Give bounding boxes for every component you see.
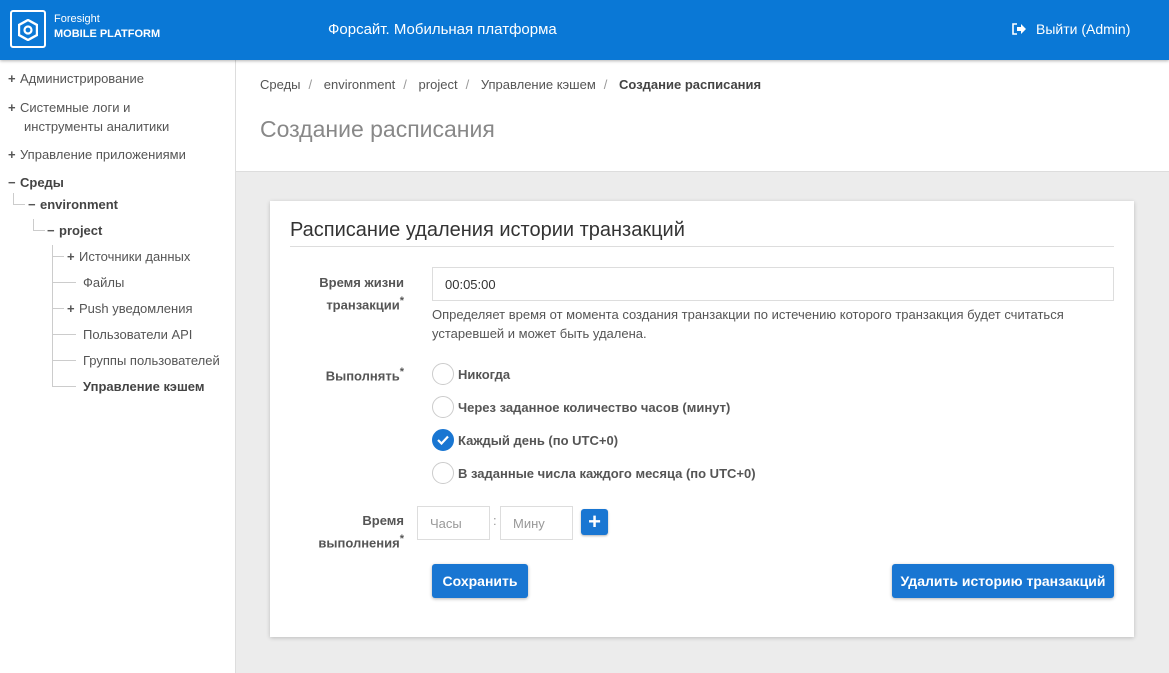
- sidebar-item-admin[interactable]: + Администрирование: [8, 69, 144, 88]
- breadcrumb: Среды / environment / project / Управление …: [260, 77, 762, 92]
- radio-never[interactable]: Никогда: [432, 363, 510, 385]
- logout-icon: [1012, 23, 1026, 35]
- minus-icon: −: [8, 175, 16, 190]
- page-title: Создание расписания: [260, 116, 495, 142]
- sidebar-item-user-groups[interactable]: Группы пользователей: [83, 351, 220, 370]
- top-header: Foresight MOBILE PLATFORM Форсайт. Мобил…: [0, 0, 1169, 60]
- sidebar-item-apps[interactable]: + Управление приложениями: [8, 145, 186, 164]
- breadcrumb-item[interactable]: environment: [324, 77, 396, 92]
- time-label: Время выполнения*: [318, 513, 404, 551]
- sidebar-item-cache[interactable]: Управление кэшем: [83, 377, 204, 396]
- page-header: Среды / environment / project / Управление …: [236, 60, 1169, 172]
- radio-circle[interactable]: [432, 363, 454, 385]
- minutes-input[interactable]: Мину: [500, 506, 573, 540]
- sidebar-item-envs[interactable]: − Среды: [8, 173, 64, 192]
- lifetime-label: Время жизни транзакции*: [319, 275, 404, 313]
- check-icon[interactable]: [432, 429, 454, 451]
- sidebar-item-environment[interactable]: − environment: [28, 195, 118, 214]
- brand-name: Foresight: [54, 13, 100, 25]
- breadcrumb-item[interactable]: project: [419, 77, 458, 92]
- plus-icon: +: [8, 147, 16, 162]
- breadcrumb-item[interactable]: Управление кэшем: [481, 77, 596, 92]
- plus-icon: +: [8, 71, 16, 86]
- form-title: Расписание удаления истории транзакций: [290, 219, 685, 241]
- breadcrumb-current: Создание расписания: [619, 77, 762, 92]
- hours-input[interactable]: Часы: [417, 506, 490, 540]
- run-label: Выполнять*: [325, 366, 404, 384]
- sidebar-item-push[interactable]: + Push уведомления: [67, 299, 193, 318]
- schedule-form: Расписание удаления истории транзакций В…: [270, 201, 1134, 637]
- minus-icon: −: [28, 197, 36, 212]
- logout-button[interactable]: Выйти (Admin): [1012, 21, 1130, 37]
- radio-daily[interactable]: Каждый день (по UTC+0): [432, 429, 618, 451]
- sidebar-item-logs[interactable]: + Системные логи и инструменты аналитики: [8, 98, 169, 136]
- lifetime-hint: Определяет время от момента создания тра…: [432, 307, 1064, 341]
- plus-icon: +: [8, 100, 16, 115]
- delete-history-button[interactable]: Удалить историю транзакций: [892, 564, 1114, 598]
- plus-icon: +: [67, 249, 75, 264]
- radio-circle[interactable]: [432, 396, 454, 418]
- add-time-button[interactable]: +: [581, 509, 608, 535]
- plus-icon: +: [67, 301, 75, 316]
- sidebar-item-api-users[interactable]: Пользователи API: [83, 325, 192, 344]
- save-button[interactable]: Сохранить: [432, 564, 528, 598]
- minus-icon: −: [47, 223, 55, 238]
- brand-product: MOBILE PLATFORM: [54, 28, 161, 40]
- radio-interval[interactable]: Через заданное количество часов (минут): [432, 396, 730, 418]
- lifetime-input[interactable]: 00:05:00: [432, 267, 1114, 301]
- sidebar-item-datasources[interactable]: + Источники данных: [67, 247, 190, 266]
- app-title: Форсайт. Мобильная платформа: [328, 21, 557, 38]
- logout-label: Выйти (Admin): [1036, 21, 1131, 37]
- sidebar-item-files[interactable]: Файлы: [83, 273, 124, 292]
- sidebar-item-project[interactable]: − project: [47, 221, 102, 240]
- logo-icon: [10, 10, 46, 48]
- radio-monthly[interactable]: В заданные числа каждого месяца (по UTC+…: [432, 462, 756, 484]
- radio-circle[interactable]: [432, 462, 454, 484]
- sidebar: + Администрирование + Системные логи и инст…: [0, 60, 236, 673]
- breadcrumb-item[interactable]: Среды: [260, 77, 301, 92]
